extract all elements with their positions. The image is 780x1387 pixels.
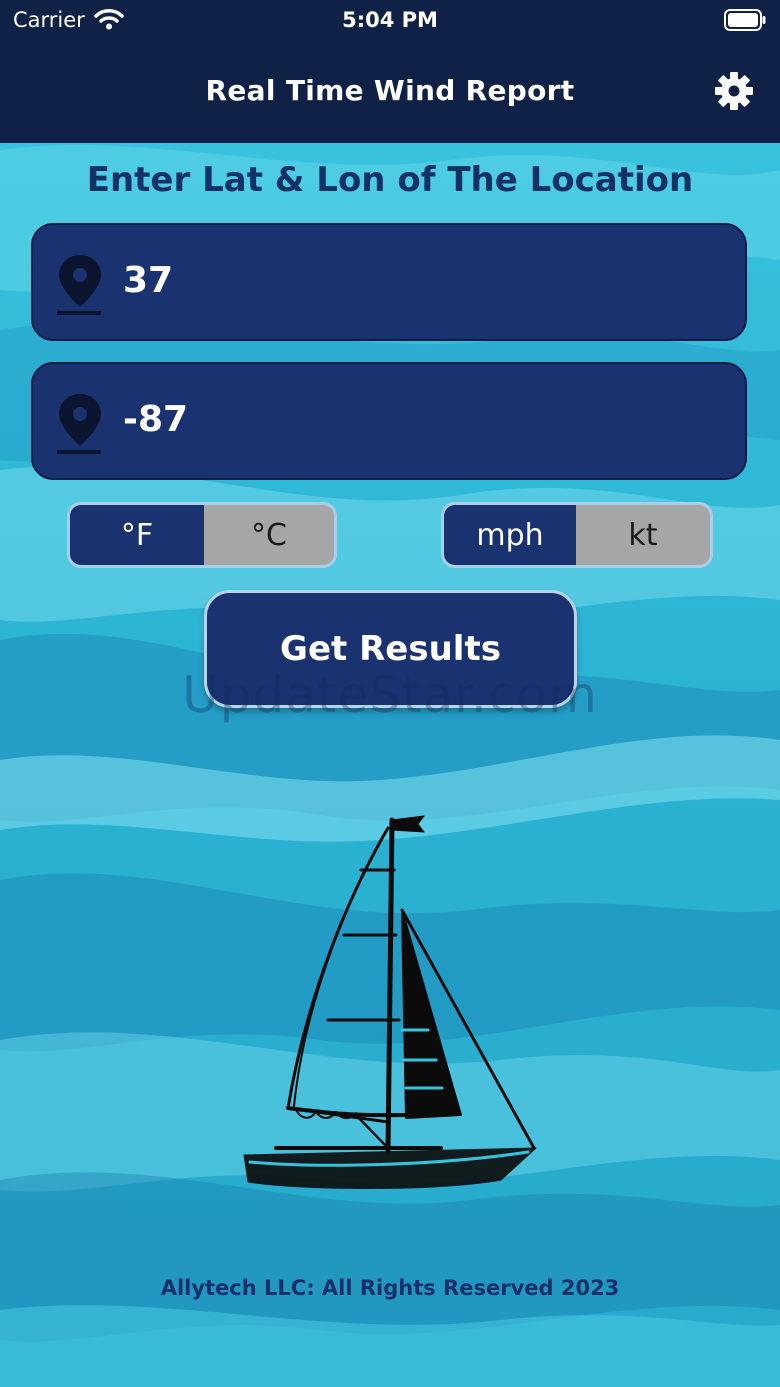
status-bar: Carrier 5:04 PM (0, 0, 780, 44)
latitude-value: 37 (123, 260, 174, 301)
latitude-field[interactable]: 37 (31, 223, 747, 341)
watermark-text: UpdateStar.com (182, 666, 598, 724)
clock-time: 5:04 PM (342, 8, 438, 32)
gear-icon[interactable] (714, 71, 754, 111)
segment-knots[interactable]: kt (576, 505, 710, 565)
main-content: Enter Lat & Lon of The Location 37 -87 °… (0, 0, 780, 1387)
location-pin-icon (57, 255, 101, 315)
segment-fahrenheit[interactable]: °F (70, 505, 204, 565)
location-pin-icon (57, 394, 101, 454)
segment-celsius[interactable]: °C (204, 505, 334, 565)
navigation-bar: Real Time Wind Report (0, 44, 780, 143)
location-prompt: Enter Lat & Lon of The Location (86, 160, 694, 200)
longitude-field[interactable]: -87 (31, 362, 747, 480)
sailboat-illustration (243, 815, 537, 1189)
longitude-value: -87 (123, 399, 189, 440)
footer-copyright: Allytech LLC: All Rights Reserved 2023 (160, 1276, 620, 1300)
speed-unit-toggle: mph kt (441, 502, 713, 568)
temperature-unit-toggle: °F °C (67, 502, 337, 568)
segment-mph[interactable]: mph (444, 505, 576, 565)
battery-icon (724, 9, 766, 31)
page-title: Real Time Wind Report (205, 74, 575, 107)
